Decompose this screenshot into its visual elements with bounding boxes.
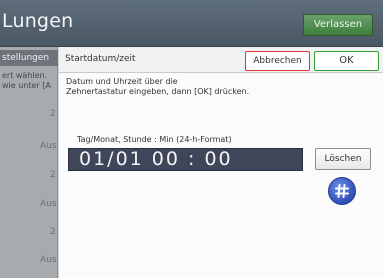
delete-button[interactable]: Löschen — [315, 148, 371, 170]
start-datetime-dialog: Startdatum/zeit Abbrechen OK Datum und U… — [58, 47, 383, 278]
hash-key-icon — [335, 184, 349, 198]
sidebar-note-line: ert wählen. — [2, 71, 48, 80]
sidebar-value: Aus — [40, 141, 57, 151]
settings-sidebar: stellungen ert wählen. wie unter [A 2 Au… — [0, 47, 58, 278]
dialog-titlebar: Startdatum/zeit Abbrechen OK — [59, 47, 383, 73]
hash-key-button[interactable] — [328, 177, 356, 205]
header-bar: Lungen Verlassen — [0, 0, 383, 47]
exit-button[interactable]: Verlassen — [303, 14, 373, 36]
sidebar-value: 2 — [50, 109, 56, 119]
ok-button[interactable]: OK — [314, 51, 379, 71]
sidebar-value: Aus — [40, 255, 57, 265]
sidebar-note-line: wie unter [A — [2, 81, 51, 90]
screen: Lungen Verlassen stellungen ert wählen. … — [0, 0, 383, 278]
sidebar-tab-settings[interactable]: stellungen — [0, 50, 58, 66]
datetime-value: 01/01 00 : 00 — [79, 148, 233, 170]
instruction-line: Datum und Uhrzeit über die — [66, 77, 178, 86]
sidebar-value: 2 — [50, 170, 56, 180]
sidebar-note: ert wählen. wie unter [A — [2, 71, 56, 91]
format-label: Tag/Monat, Stunde : Min (24-h-Format) — [77, 135, 232, 144]
sidebar-value: 2 — [50, 227, 56, 237]
sidebar-value: Aus — [40, 199, 57, 209]
datetime-value-field[interactable]: 01/01 00 : 00 — [68, 148, 303, 171]
dialog-instructions: Datum und Uhrzeit über die Zehnertastatu… — [66, 77, 249, 97]
instruction-line: Zehnertastatur eingeben, dann [OK] drück… — [66, 87, 250, 96]
dialog-title: Startdatum/zeit — [65, 54, 136, 64]
cancel-button[interactable]: Abbrechen — [245, 51, 310, 71]
page-title: Lungen — [2, 10, 74, 32]
